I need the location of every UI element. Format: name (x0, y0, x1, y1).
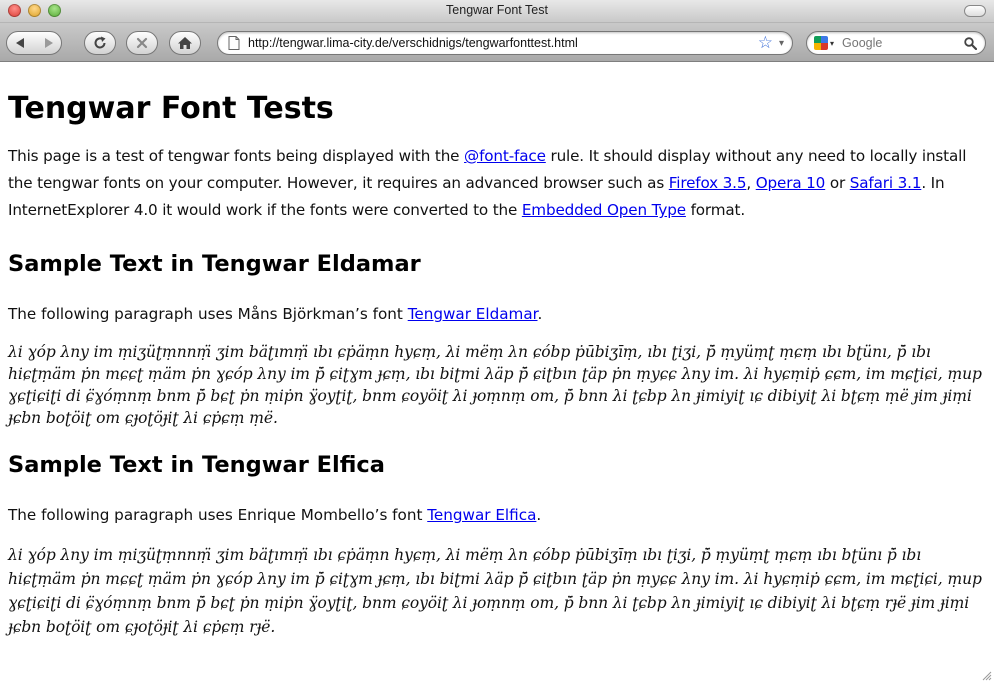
eldamar-description: The following paragraph uses Måns Björkm… (8, 305, 543, 323)
url-history-dropdown-icon[interactable]: ▾ (779, 38, 784, 49)
page-icon (228, 36, 240, 50)
back-arrow-icon (15, 38, 24, 48)
stop-x-icon (136, 37, 148, 49)
font-face-link[interactable]: @font-face (464, 147, 546, 165)
page-content: Tengwar Font Tests This page is a test o… (8, 62, 986, 639)
safari-link[interactable]: Safari 3.1 (850, 174, 922, 192)
elfica-description: The following paragraph uses Enrique Mom… (8, 506, 542, 524)
search-engine-dropdown-icon[interactable]: ▾ (830, 39, 834, 48)
browser-toolbar: http://tengwar.lima-city.de/verschidnigs… (0, 23, 994, 62)
reload-icon (94, 36, 106, 49)
toolbar-toggle-button[interactable] (964, 5, 986, 17)
search-input[interactable] (840, 35, 955, 51)
intro-paragraph: This page is a test of tengwar fonts bei… (8, 147, 967, 219)
home-icon (178, 37, 192, 49)
forward-button[interactable] (40, 36, 56, 50)
eldamar-sample-text: λi ɣóp λny im ṃiʒüʈṃnnṃ̈ ʒim bäʈımṃ̈ ıbı… (8, 343, 982, 427)
stop-button[interactable] (126, 31, 158, 55)
eldamar-heading: Sample Text in Tengwar Eldamar (8, 251, 421, 277)
title-bar: Tengwar Font Test (0, 0, 994, 23)
search-box[interactable]: ▾ (806, 31, 986, 55)
forward-arrow-icon (44, 38, 53, 48)
bookmark-star-icon[interactable]: ☆ (758, 32, 773, 54)
window-title: Tengwar Font Test (446, 3, 548, 17)
tengwar-elfica-link[interactable]: Tengwar Elfica (427, 506, 536, 524)
home-button[interactable] (169, 31, 201, 55)
url-text[interactable]: http://tengwar.lima-city.de/verschidnigs… (248, 36, 758, 50)
resize-grip-icon[interactable] (980, 669, 992, 681)
tengwar-eldamar-link[interactable]: Tengwar Eldamar (408, 305, 538, 323)
opera-link[interactable]: Opera 10 (756, 174, 826, 192)
elfica-sample-text: λi ɣóp λny im ṃiʒüʈṃnnṃ̈ ʒim bäʈımṃ̈ ıbı… (8, 546, 982, 636)
elfica-heading: Sample Text in Tengwar Elfica (8, 452, 385, 478)
google-logo-icon[interactable] (814, 36, 828, 50)
page-title: Tengwar Font Tests (8, 91, 334, 126)
back-forward-group (6, 31, 62, 55)
search-icon[interactable] (964, 36, 977, 50)
reload-button[interactable] (84, 31, 116, 55)
embedded-open-type-link[interactable]: Embedded Open Type (522, 201, 686, 219)
address-bar[interactable]: http://tengwar.lima-city.de/verschidnigs… (217, 31, 793, 55)
back-button[interactable] (13, 36, 29, 50)
firefox-link[interactable]: Firefox 3.5 (669, 174, 747, 192)
